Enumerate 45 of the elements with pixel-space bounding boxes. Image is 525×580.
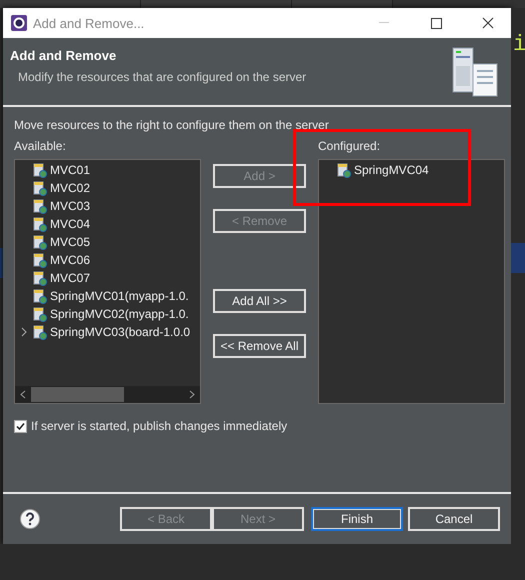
- wizard-button[interactable]: Finish: [311, 507, 403, 531]
- checkbox-label[interactable]: If server is started, publish changes immediately: [31, 419, 288, 433]
- project-icon: [32, 180, 47, 196]
- project-icon: [32, 234, 47, 250]
- header-title: Add and Remove: [10, 48, 118, 63]
- available-label: Available:: [14, 139, 67, 153]
- publish-checkbox[interactable]: [14, 420, 27, 432]
- project-icon: [32, 288, 47, 304]
- project-icon: [32, 162, 47, 178]
- project-name[interactable]: MVC07: [50, 271, 90, 285]
- wizard-button[interactable]: Cancel: [408, 507, 500, 531]
- project-icon: [32, 216, 47, 232]
- help-icon[interactable]: [20, 509, 40, 529]
- expand-chevron-icon[interactable]: [20, 327, 29, 337]
- header-description: Modify the resources that are configured on the server: [17, 70, 308, 84]
- resource-list[interactable]: SpringMVC04: [318, 159, 505, 404]
- selection-highlight: [511, 243, 525, 273]
- project-icon: [336, 162, 351, 178]
- close-icon: [482, 17, 494, 29]
- project-name[interactable]: MVC05: [50, 235, 90, 249]
- project-icon: [32, 198, 47, 214]
- code-text: i: [512, 32, 525, 57]
- project-icon: [32, 252, 47, 268]
- instruction-text: Move resources to the right to configure them on the server: [14, 118, 330, 132]
- project-name[interactable]: SpringMVC02(myapp-1.0.: [50, 307, 189, 321]
- maximize-icon: [430, 18, 442, 28]
- window-title: Add and Remove...: [33, 16, 146, 30]
- project-name[interactable]: MVC03: [50, 199, 90, 213]
- resource-list[interactable]: MVC01 MVC02 MVC03 MVC04 MVC05 MVC06 MVC07 SpringMVC01(myapp-1.0. SpringMVC02(myapp-1.0. SpringMVC03(board-1.0.0: [14, 159, 201, 404]
- project-icon: [32, 270, 47, 286]
- project-name[interactable]: SpringMVC03(board-1.0.0: [50, 325, 190, 339]
- project-icon: [32, 324, 47, 340]
- project-name[interactable]: MVC02: [50, 181, 90, 195]
- project-name[interactable]: MVC06: [50, 253, 90, 267]
- project-name[interactable]: SpringMVC04: [354, 163, 429, 177]
- project-name[interactable]: MVC01: [50, 163, 90, 177]
- move-button[interactable]: << Remove All: [213, 334, 306, 358]
- horizontal-scrollbar[interactable]: [15, 386, 200, 403]
- project-name[interactable]: MVC04: [50, 217, 90, 231]
- configured-label: Configured:: [318, 139, 382, 153]
- selection-highlight: [0, 248, 3, 278]
- project-icon: [32, 306, 47, 322]
- minimize-icon: [379, 22, 389, 24]
- move-button[interactable]: Add All >>: [213, 289, 306, 313]
- project-name[interactable]: SpringMVC01(myapp-1.0.: [50, 289, 189, 303]
